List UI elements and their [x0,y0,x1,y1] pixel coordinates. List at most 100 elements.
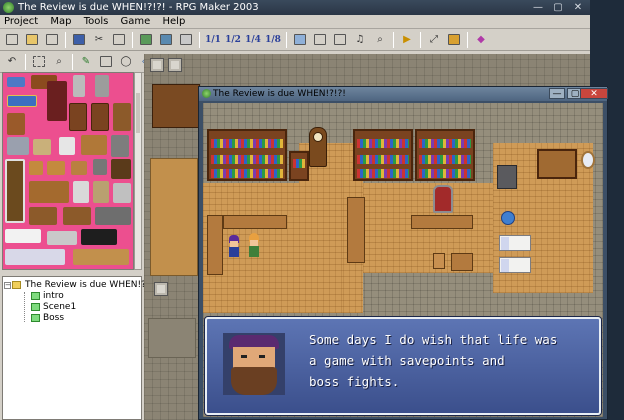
tile[interactable] [47,231,77,245]
tile[interactable] [29,207,57,225]
script-icon[interactable] [331,31,349,49]
tile[interactable] [111,135,129,157]
message-line-2: a game with savepoints and [309,353,505,368]
message-line-3: boss fights. [309,374,400,389]
zoom-icon[interactable]: ⌕ [50,53,68,71]
tile[interactable] [29,181,69,203]
close-project-icon[interactable] [43,31,61,49]
pencil-icon[interactable]: ✎ [77,53,95,71]
tile[interactable] [95,207,131,225]
copy-icon[interactable] [110,31,128,49]
tile[interactable] [47,81,67,121]
throne-chair [433,185,453,213]
project-name: The Review is due WHEN!?!? [25,280,155,290]
zoom-1-1-button[interactable]: 1/1 [204,31,222,49]
event-layer-icon[interactable] [177,31,195,49]
chipset-scrollbar[interactable] [134,72,142,270]
books [357,155,409,164]
tile[interactable] [7,113,25,135]
tile[interactable] [93,159,107,175]
game-screen[interactable]: Some days I do wish that life was a game… [203,103,603,417]
tile[interactable] [5,159,25,223]
select-icon[interactable] [30,53,48,71]
tree-map-intro[interactable]: intro [3,291,141,302]
tile[interactable] [33,139,51,155]
menu-map[interactable]: Map [50,16,71,27]
tile[interactable] [5,249,65,265]
fullscreen-icon[interactable]: ⤢ [425,31,443,49]
playtest-icon[interactable]: ▶ [398,31,416,49]
circle-icon[interactable]: ◯ [117,53,135,71]
map-event-marker[interactable] [150,58,164,72]
chipset-icon[interactable] [137,31,155,49]
cut-icon[interactable]: ✂ [90,31,108,49]
tile[interactable] [95,75,109,97]
map-name: intro [43,291,64,301]
books [211,139,283,148]
editor-title-text: The Review is due WHEN!?!?! - RPG Maker … [18,2,259,13]
title-screen-icon[interactable] [445,31,463,49]
books [293,159,305,168]
map-event-marker[interactable] [168,58,182,72]
new-project-icon[interactable] [3,31,21,49]
map-event-marker[interactable] [154,282,168,296]
rectangle-icon[interactable] [97,53,115,71]
toolbar-separator [467,31,468,48]
tile[interactable] [73,75,85,97]
tree-map-scene1[interactable]: Scene1 [3,302,141,313]
chipset-palette[interactable] [2,72,134,270]
tile[interactable] [111,159,131,179]
map-icon [31,292,40,300]
tile[interactable] [81,135,107,155]
table [411,215,473,229]
tile[interactable] [91,103,109,131]
tile[interactable] [7,95,37,107]
tile[interactable] [69,103,87,131]
toolbar-separator [25,53,26,70]
open-project-icon[interactable] [23,31,41,49]
tile[interactable] [73,181,89,203]
search-icon[interactable]: ⌕ [371,31,389,49]
tile[interactable] [7,137,29,155]
menu-game[interactable]: Game [121,16,151,27]
zoom-1-4-button[interactable]: 1/4 [244,31,262,49]
tree-project-root[interactable]: − The Review is due WHEN!?!? [3,280,154,291]
tile[interactable] [81,229,117,245]
help-book-icon[interactable]: ◆ [472,31,490,49]
undo-icon[interactable]: ↶ [3,53,21,71]
zoom-1-8-button[interactable]: 1/8 [264,31,282,49]
tile[interactable] [5,229,41,243]
map-icon [31,314,40,322]
database-icon[interactable] [291,31,309,49]
menu-help[interactable]: Help [163,16,186,27]
tile[interactable] [71,161,87,175]
tree-map-boss[interactable]: Boss [3,313,141,324]
books [419,169,471,178]
map-layer-icon[interactable] [157,31,175,49]
bed [499,235,531,251]
tile[interactable] [47,161,65,175]
minimize-button[interactable]: — [528,0,548,15]
tile[interactable] [93,181,109,203]
tile[interactable] [113,103,131,131]
map-icon [31,303,40,311]
tile[interactable] [59,137,75,155]
tile[interactable] [113,183,131,203]
close-button[interactable]: ✕ [568,0,588,15]
tile[interactable] [29,161,43,175]
close-button[interactable]: ✕ [580,88,608,99]
menu-project[interactable]: Project [4,16,38,27]
collapse-icon[interactable]: − [4,282,11,289]
tile[interactable] [7,77,25,87]
player-character [227,235,241,257]
save-icon[interactable] [70,31,88,49]
minimize-button[interactable]: — [549,88,565,99]
music-icon[interactable]: ♫ [351,31,369,49]
menu-tools[interactable]: Tools [84,16,109,27]
tile[interactable] [63,207,91,225]
maximize-button[interactable]: ▢ [548,0,568,15]
resource-icon[interactable] [311,31,329,49]
tile[interactable] [73,249,129,265]
bench [347,197,365,263]
zoom-1-2-button[interactable]: 1/2 [224,31,242,49]
